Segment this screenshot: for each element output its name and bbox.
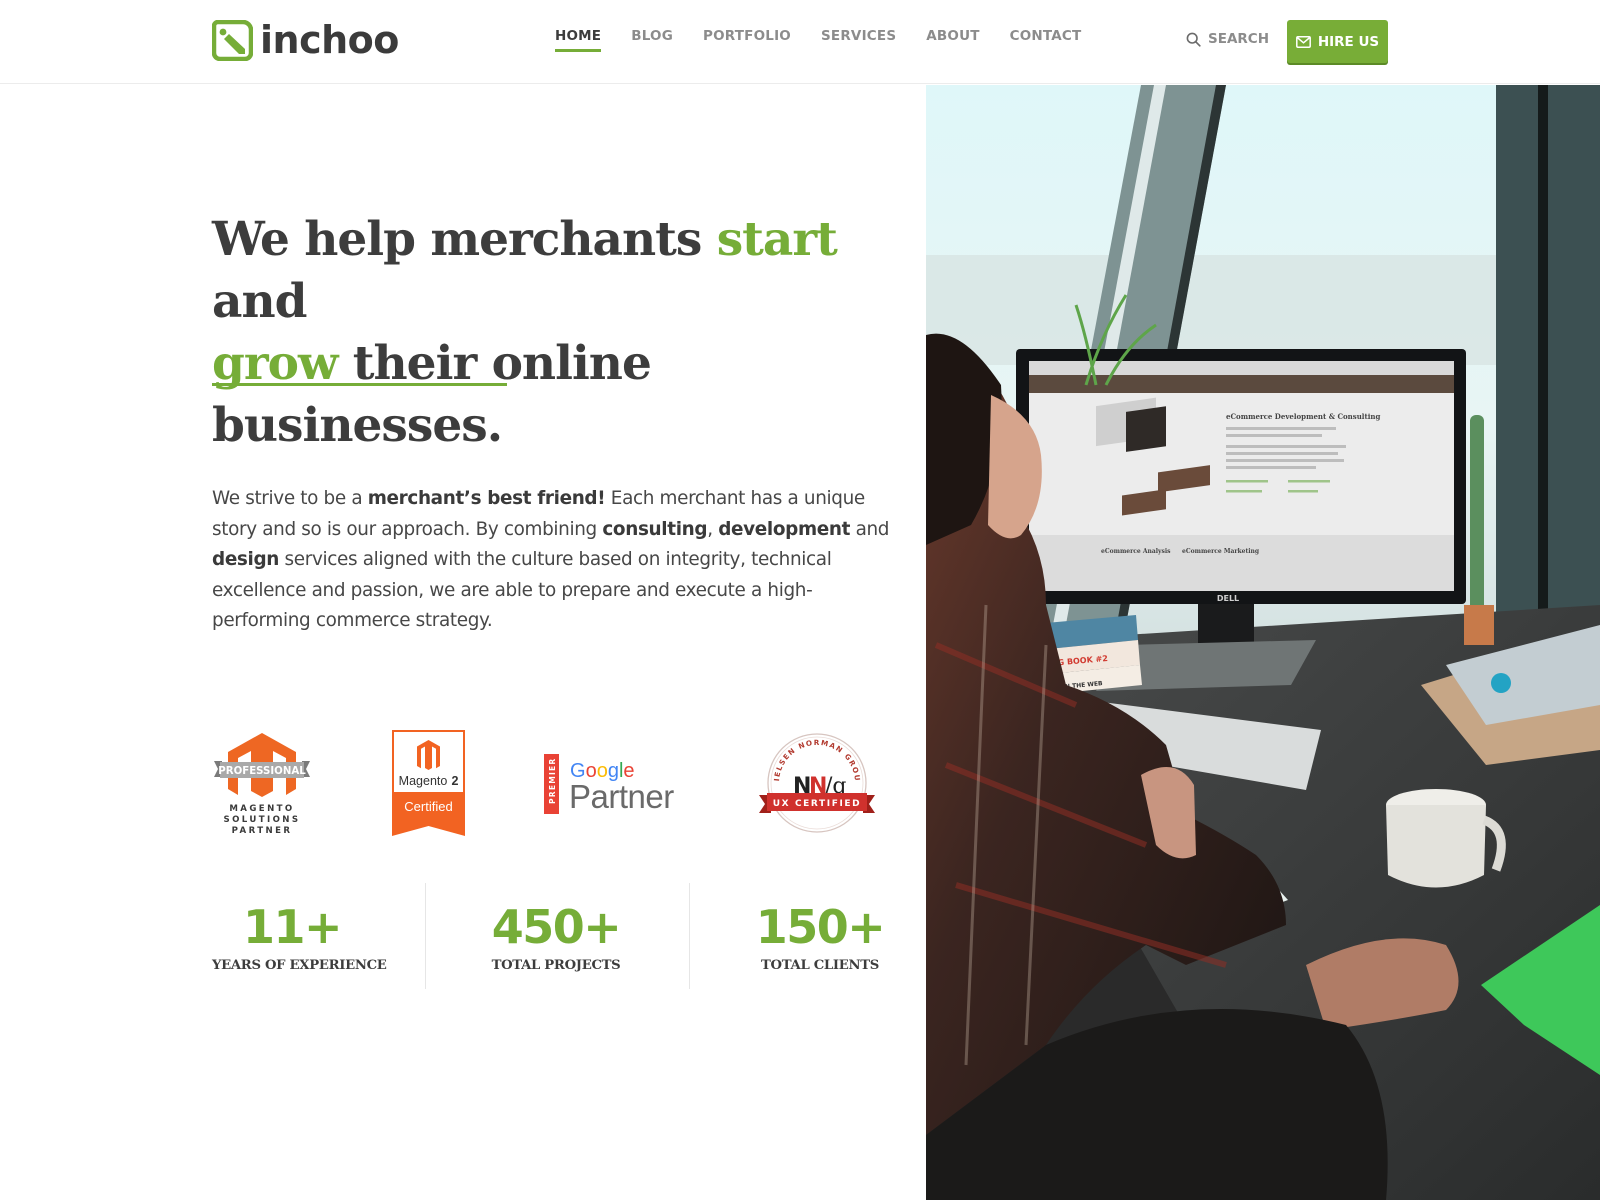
envelope-icon: [1295, 35, 1311, 48]
office-scene-illustration: eCommerce Development & Consulting eComm…: [926, 85, 1600, 1200]
stat-total-projects: 450+ TOTAL PROJECTS: [476, 883, 636, 989]
nav-item-blog[interactable]: BLOG: [631, 28, 673, 52]
stat-label: TOTAL CLIENTS: [761, 958, 879, 973]
monitor-brand: DELL: [1217, 594, 1239, 603]
badge-ribbon-text: Certified: [404, 799, 452, 814]
inchoo-logo-icon: [212, 20, 253, 61]
intro-text: and: [850, 518, 890, 540]
nav-item-home[interactable]: HOME: [555, 28, 602, 52]
search-label: SEARCH: [1208, 31, 1269, 47]
stat-divider: [689, 883, 690, 989]
stat-divider: [425, 883, 426, 989]
hero-photo: eCommerce Development & Consulting eComm…: [926, 85, 1600, 1200]
nng-ux-certified-badge: NIELSEN NORMAN GROUP N N /g UX CERTIFIED: [757, 731, 875, 833]
intro-paragraph: We strive to be a merchant’s best friend…: [212, 484, 892, 637]
headline-text: and: [212, 274, 307, 329]
stat-value: 11+: [242, 900, 343, 954]
badge-line: SOLUTIONS: [224, 815, 301, 825]
intro-text: services aligned with the culture based …: [212, 549, 832, 631]
headline-divider: [212, 383, 507, 386]
intro-emphasis: development: [718, 518, 851, 540]
logo-wordmark: inchoo: [260, 17, 399, 62]
stat-label: YEARS OF EXPERIENCE: [212, 958, 387, 973]
badge-ribbon-text: UX CERTIFIED: [773, 799, 861, 809]
stat-label: TOTAL PROJECTS: [491, 958, 621, 973]
hero-headline: We help merchants start and grow their o…: [212, 209, 912, 457]
nav-item-contact[interactable]: CONTACT: [1010, 28, 1082, 52]
headline-accent-start: start: [716, 212, 838, 267]
search-icon: [1186, 32, 1201, 47]
screen-heading: eCommerce Development & Consulting: [1226, 412, 1380, 421]
magento-2-certified-badge: Magento 2 Certified: [392, 730, 465, 836]
screen-sub-marketing: eCommerce Marketing: [1182, 548, 1260, 555]
badge-line: PARTNER: [232, 826, 293, 835]
intro-text: ,: [707, 518, 719, 540]
main-nav: HOME BLOG PORTFOLIO SERVICES ABOUT CONTA…: [555, 28, 1111, 52]
hire-us-button[interactable]: HIRE US: [1287, 20, 1388, 63]
intro-emphasis: merchant’s best friend!: [367, 488, 606, 509]
badge-ribbon-text: PROFESSIONAL: [218, 766, 306, 777]
stats-row: 11+ YEARS OF EXPERIENCE 450+ TOTAL PROJE…: [212, 883, 892, 989]
screen-sub-analysis: eCommerce Analysis: [1101, 548, 1171, 555]
intro-emphasis: design: [212, 549, 280, 570]
inchoo-logo[interactable]: inchoo: [212, 19, 399, 62]
intro-text: We strive to be a: [212, 488, 368, 509]
stat-years-experience: 11+ YEARS OF EXPERIENCE: [212, 883, 387, 989]
magento-professional-partner-badge: PROFESSIONAL MAGENTO SOLUTIONS PARTNER: [214, 733, 310, 835]
badge-title: Magento: [399, 774, 448, 788]
badge-word2: Partner: [569, 778, 674, 815]
stat-value: 450+: [491, 900, 622, 954]
hire-us-label: HIRE US: [1317, 33, 1380, 50]
badge-version: 2: [452, 774, 459, 788]
headline-text: We help merchants: [212, 212, 717, 267]
stat-total-clients: 150+ TOTAL CLIENTS: [740, 883, 900, 989]
nav-item-portfolio[interactable]: PORTFOLIO: [703, 28, 791, 52]
stat-value: 150+: [755, 900, 886, 954]
nav-item-about[interactable]: ABOUT: [926, 28, 979, 52]
site-header: inchoo HOME BLOG PORTFOLIO SERVICES ABOU…: [0, 0, 1600, 84]
search-button[interactable]: SEARCH: [1186, 31, 1269, 47]
badge-line: MAGENTO: [229, 804, 294, 814]
badge-tag: PREMIER: [548, 758, 557, 804]
google-premier-partner-badge: PREMIER Google Partner: [544, 754, 675, 815]
nav-item-services[interactable]: SERVICES: [821, 28, 896, 52]
intro-emphasis: consulting: [602, 518, 708, 540]
